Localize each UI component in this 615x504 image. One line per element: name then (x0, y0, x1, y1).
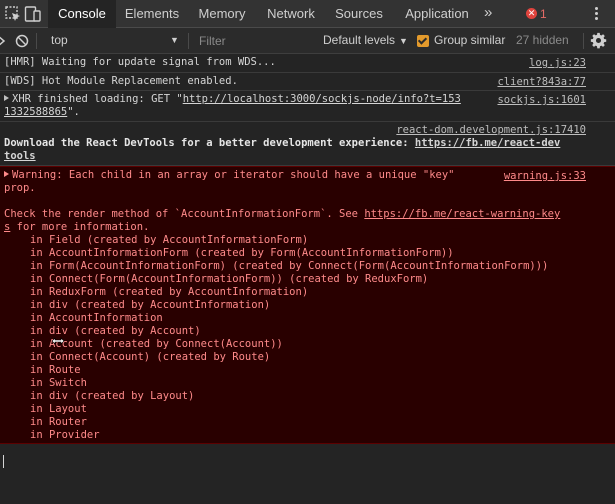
more-tabs-button[interactable]: » (484, 0, 492, 28)
tab-sources[interactable]: Sources (331, 0, 387, 28)
xhr-url-link-cont[interactable]: 1332588865 (4, 106, 67, 118)
message-text: ". (67, 106, 80, 118)
message-source-link[interactable]: sockjs.js:1601 (497, 94, 586, 107)
stack-line: in ReduxForm (created by AccountInformat… (30, 286, 309, 298)
inspect-element-icon[interactable] (4, 5, 22, 23)
message-source-link[interactable]: log.js:23 (529, 57, 586, 70)
console-output[interactable]: [HMR] Waiting for update signal from WDS… (0, 54, 615, 504)
console-prompt-caret[interactable] (3, 455, 4, 468)
warning-text: Check the render method of `AccountInfor… (4, 208, 365, 220)
devtools-link[interactable]: https://fb.me/react-dev (415, 137, 560, 149)
clear-console-icon[interactable] (15, 34, 29, 48)
stack-line: in Connect(Form(AccountInformationForm))… (30, 273, 429, 285)
component-stack: in Field (created by AccountInformationF… (4, 234, 611, 442)
console-warning-key-prop: Warning: Each child in an array or itera… (0, 166, 615, 444)
stack-line: in Account (created by Connect(Account)) (30, 338, 283, 350)
log-levels-label: Default levels (323, 33, 396, 47)
stack-line: in div (created by AccountInformation) (30, 299, 271, 311)
stack-line: in Form(AccountInformationForm) (created… (30, 260, 549, 272)
console-toolbar: top ▼ Default levels▼ Group similar 27 h… (0, 28, 615, 54)
expand-triangle-icon[interactable] (4, 171, 9, 177)
tab-console[interactable]: Console (48, 0, 116, 29)
more-options-icon[interactable] (595, 7, 599, 21)
message-text: XHR finished loading: GET " (12, 93, 183, 105)
device-toolbar-icon[interactable] (24, 5, 42, 23)
stack-line: in div (created by Account) (30, 325, 201, 337)
error-count[interactable]: 1 (540, 0, 547, 28)
console-message-devtools: react-dom.development.js:17410 Download … (0, 122, 615, 166)
message-source-link[interactable]: warning.js:33 (504, 170, 586, 183)
stack-line: in Layout (30, 403, 87, 415)
resize-cursor-icon (51, 337, 65, 345)
stack-line: in Provider (30, 429, 100, 441)
xhr-url-link[interactable]: http://localhost:3000/sockjs-node/info?t… (183, 93, 461, 105)
expand-triangle-icon[interactable] (4, 95, 9, 101)
stack-line: in Switch (30, 377, 87, 389)
warning-text: Warning: Each child in an array or itera… (12, 169, 455, 181)
context-value: top (51, 33, 68, 47)
stack-line: in div (created by Layout) (30, 390, 195, 402)
log-levels-dropdown[interactable]: Default levels ▼ (323, 28, 408, 54)
message-text: Download the React DevTools for a better… (4, 137, 415, 149)
dropdown-arrow-icon: ▼ (399, 36, 408, 46)
stack-line: in Connect(Account) (created by Route) (30, 351, 271, 363)
message-text: [WDS] Hot Module Replacement enabled. (4, 75, 238, 87)
console-message-wds: [WDS] Hot Module Replacement enabled. cl… (0, 73, 615, 91)
group-similar-label[interactable]: Group similar (434, 28, 505, 53)
stack-line: in AccountInformation (30, 312, 163, 324)
console-message-xhr: XHR finished loading: GET "http://localh… (0, 91, 615, 122)
gear-icon[interactable] (590, 32, 607, 49)
hidden-messages-count: 27 hidden (516, 33, 569, 47)
stack-line: in Field (created by AccountInformationF… (30, 234, 309, 246)
sidebar-toggle-icon[interactable] (0, 34, 7, 48)
message-source-link[interactable]: react-dom.development.js:17410 (396, 124, 586, 137)
stack-line: in Router (30, 416, 87, 428)
tab-elements[interactable]: Elements (118, 0, 186, 28)
message-source-link[interactable]: client?843a:77 (497, 76, 586, 89)
warning-text: prop. (4, 182, 36, 194)
warning-text: for more information. (10, 221, 150, 233)
devtools-link-cont[interactable]: tools (4, 150, 36, 162)
tab-memory[interactable]: Memory (192, 0, 252, 28)
devtools-tab-bar: Console Elements Memory Network Sources … (0, 0, 615, 29)
stack-line: in AccountInformationForm (created by Fo… (30, 247, 454, 259)
error-icon[interactable]: ✕ (526, 8, 537, 19)
filter-input[interactable] (193, 31, 320, 50)
message-text: [HMR] Waiting for update signal from WDS… (4, 56, 276, 68)
react-warning-link[interactable]: https://fb.me/react-warning-key (364, 208, 560, 220)
context-selector[interactable]: top ▼ (38, 28, 184, 54)
tab-application[interactable]: Application (400, 0, 474, 28)
tab-network[interactable]: Network (262, 0, 320, 28)
console-message-hmr: [HMR] Waiting for update signal from WDS… (0, 54, 615, 73)
stack-line: in Route (30, 364, 81, 376)
dropdown-arrow-icon: ▼ (170, 35, 179, 45)
group-similar-checkbox[interactable] (417, 35, 429, 47)
